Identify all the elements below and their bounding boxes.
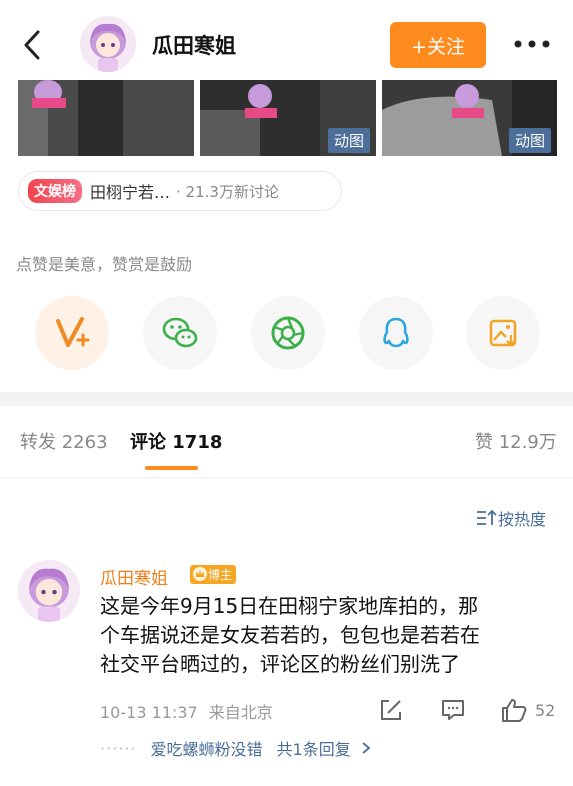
active-tab-indicator [145, 466, 198, 470]
view-replies-link[interactable]: ······ 爱吃螺蛳粉没错 共1条回复 [100, 736, 373, 760]
media-thumbnail[interactable]: 动图 [382, 80, 557, 156]
follow-button[interactable]: +关注 [390, 22, 486, 68]
qq-icon [383, 317, 409, 348]
save-image-share-button[interactable] [466, 296, 540, 370]
like-count: 52 [535, 701, 556, 720]
repost-comment-button[interactable] [378, 697, 404, 727]
reply-comment-button[interactable] [440, 697, 466, 727]
comment-bubble-icon [442, 700, 464, 720]
gif-badge: 动图 [327, 128, 370, 153]
section-divider [0, 392, 573, 406]
commenter-avatar[interactable] [18, 560, 80, 622]
reward-hint: 点赞是美意，赞赏是鼓励 [16, 255, 193, 274]
media-thumbnail[interactable]: 动图 [200, 80, 376, 156]
reply-total: 共1条回复 [276, 740, 351, 759]
ranking-badge: 文娱榜 [28, 179, 82, 203]
author-name[interactable]: 瓜田寒姐 [152, 30, 236, 60]
sort-icon [477, 509, 497, 525]
sort-label: 按热度 [498, 510, 547, 529]
chevron-right-icon [362, 742, 371, 754]
comment-time: 10-13 11:37 [100, 703, 198, 722]
more-options-icon[interactable] [512, 36, 552, 52]
thumbs-up-icon [502, 699, 527, 722]
gif-badge: 动图 [508, 128, 551, 153]
comment-location: 来自北京 [208, 703, 273, 722]
qq-share-button[interactable] [359, 296, 433, 370]
reward-v-icon [56, 317, 90, 347]
commenter-name[interactable]: 瓜田寒姐 [100, 564, 168, 589]
tab-likes[interactable]: 赞 12.9万 [475, 428, 557, 454]
camera-aperture-icon [271, 316, 305, 350]
tab-comments[interactable]: 评论 1718 [130, 428, 222, 454]
comment-meta: 10-13 11:37 来自北京 [100, 699, 273, 723]
wechat-icon [162, 317, 198, 348]
trending-topic-title: 田栩宁若… [90, 183, 171, 202]
author-avatar[interactable] [80, 16, 136, 72]
blogger-crown-icon [192, 566, 208, 582]
comment-text: 这是今年9月15日在田栩宁家地库拍的，那 个车据说还是女友若若的，包包也是若若在… [100, 592, 560, 679]
reply-user: 爱吃螺蛳粉没错 [150, 740, 263, 759]
reward-share-button[interactable] [35, 296, 109, 370]
like-comment-button[interactable] [500, 697, 528, 727]
comment-line: 个车据说还是女友若若的，包包也是若若在 [100, 623, 480, 647]
trending-topic-meta: · 21.3万新讨论 [176, 182, 279, 201]
sort-by-hot-button[interactable]: 按热度 [476, 506, 546, 530]
moments-share-button[interactable] [251, 296, 325, 370]
trending-topic-tag[interactable]: 文娱榜 田栩宁若… · 21.3万新讨论 [18, 171, 342, 211]
share-edit-icon [381, 700, 401, 720]
tab-separator [0, 477, 573, 478]
tab-reposts[interactable]: 转发 2263 [20, 428, 108, 454]
back-arrow-icon[interactable] [18, 28, 48, 62]
reply-dots: ······ [100, 738, 137, 758]
comment-line: 社交平台晒过的，评论区的粉丝们别洗了 [100, 652, 460, 676]
media-thumbnail[interactable] [18, 80, 194, 156]
comment-line: 这是今年9月15日在田栩宁家地库拍的，那 [100, 594, 479, 618]
save-image-icon [489, 319, 517, 347]
wechat-share-button[interactable] [143, 296, 217, 370]
